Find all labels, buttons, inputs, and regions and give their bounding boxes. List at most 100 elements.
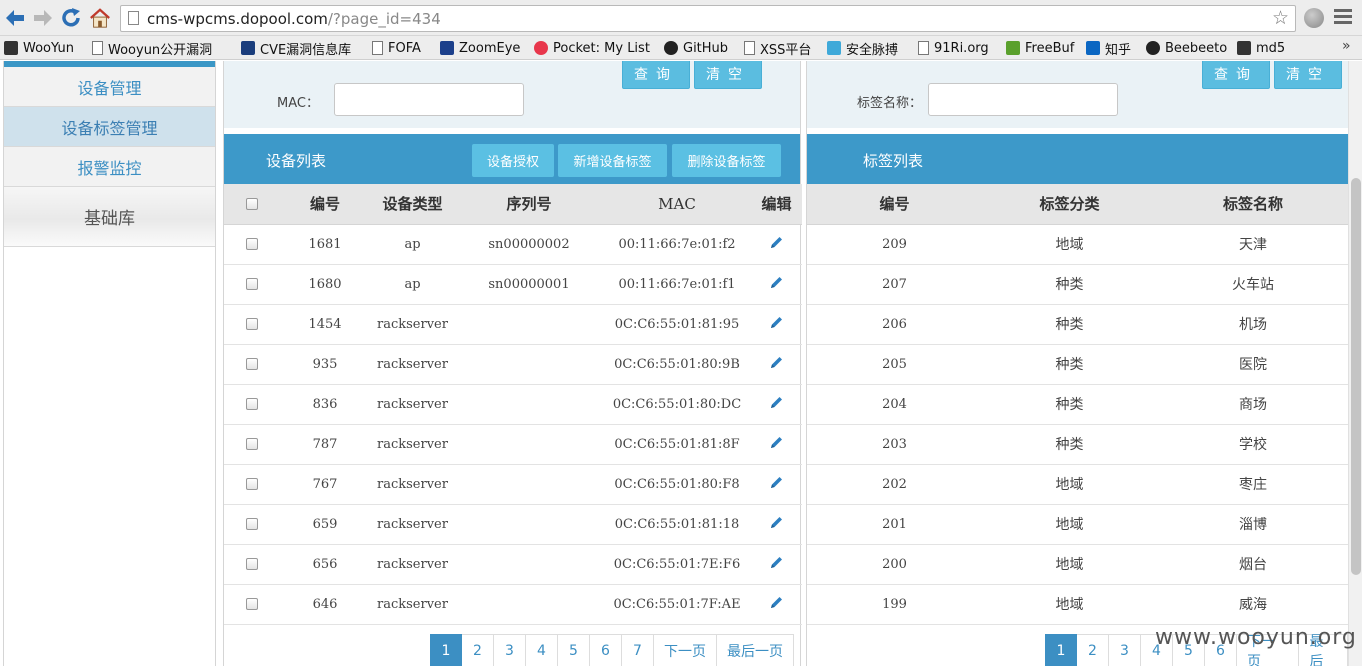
- device-row[interactable]: 787 rackserver 0C:C6:55:01:81:8F: [224, 424, 802, 465]
- tag-row[interactable]: 209 地域 天津: [807, 224, 1349, 265]
- device-pagination: 1 2 3 4 5 6 7 下一页 最后一页: [430, 634, 794, 666]
- device-row[interactable]: 935 rackserver 0C:C6:55:01:80:9B: [224, 344, 802, 385]
- edit-pencil-icon[interactable]: [769, 515, 784, 534]
- tag-row[interactable]: 205 种类 医院: [807, 344, 1349, 385]
- bookmark-cve[interactable]: CVE漏洞信息库: [241, 39, 351, 58]
- address-bar[interactable]: cms-wpcms.dopool.com/?page_id=434 ☆: [120, 5, 1296, 32]
- bookmark-github[interactable]: GitHub: [664, 39, 728, 57]
- page-4-button[interactable]: 4: [526, 634, 558, 666]
- device-row[interactable]: 1680 ap sn00000001 00:11:66:7e:01:f1: [224, 264, 802, 305]
- page-3-button[interactable]: 3: [494, 634, 526, 666]
- bookmark-wooyun[interactable]: WooYun: [4, 39, 74, 57]
- row-checkbox[interactable]: [246, 358, 258, 370]
- row-checkbox[interactable]: [246, 398, 258, 410]
- bookmark-xss[interactable]: XSS平台: [744, 39, 811, 58]
- back-arrow-icon[interactable]: [4, 7, 26, 29]
- device-row[interactable]: 1681 ap sn00000002 00:11:66:7e:01:f2: [224, 224, 802, 265]
- row-checkbox[interactable]: [246, 438, 258, 450]
- column-header-tag-id[interactable]: 编号: [807, 184, 982, 225]
- page-1-button[interactable]: 1: [1045, 634, 1077, 666]
- forward-arrow-icon[interactable]: [32, 7, 54, 29]
- next-page-button[interactable]: 下一页: [654, 634, 717, 666]
- reload-icon[interactable]: [60, 7, 82, 29]
- column-header-id[interactable]: 编号: [280, 184, 370, 225]
- column-header-serial[interactable]: 序列号: [455, 184, 603, 225]
- mac-input[interactable]: [334, 83, 524, 116]
- device-authorize-button[interactable]: 设备授权: [472, 144, 554, 177]
- device-id: 1681: [280, 224, 370, 265]
- column-header-tag-category[interactable]: 标签分类: [982, 184, 1157, 225]
- delete-device-tag-button[interactable]: 删除设备标签: [672, 144, 781, 177]
- edit-pencil-icon[interactable]: [769, 275, 784, 294]
- edit-pencil-icon[interactable]: [769, 395, 784, 414]
- device-row[interactable]: 1454 rackserver 0C:C6:55:01:81:95: [224, 304, 802, 345]
- bookmark-zoomeye[interactable]: ZoomEye: [440, 39, 520, 57]
- bookmark-beebeeto[interactable]: Beebeeto: [1146, 39, 1227, 57]
- sidebar-item-device-management[interactable]: 设备管理: [4, 67, 215, 107]
- device-row[interactable]: 656 rackserver 0C:C6:55:01:7E:F6: [224, 544, 802, 585]
- tag-query-button[interactable]: 查询: [1202, 61, 1270, 89]
- tag-row[interactable]: 199 地域 威海: [807, 584, 1349, 625]
- bookmark-star-icon[interactable]: ☆: [1272, 8, 1289, 28]
- tag-row[interactable]: 202 地域 枣庄: [807, 464, 1349, 505]
- page-2-button[interactable]: 2: [462, 634, 494, 666]
- tag-row[interactable]: 207 种类 火车站: [807, 264, 1349, 305]
- device-row[interactable]: 767 rackserver 0C:C6:55:01:80:F8: [224, 464, 802, 505]
- row-checkbox[interactable]: [246, 278, 258, 290]
- tag-clear-button[interactable]: 清空: [1274, 61, 1342, 89]
- device-clear-button[interactable]: 清空: [694, 61, 762, 89]
- bookmark-wooyun[interactable]: Wooyun公开漏洞: [92, 39, 212, 58]
- bookmark-pocket-my-list[interactable]: Pocket: My List: [534, 39, 650, 57]
- edit-pencil-icon[interactable]: [769, 555, 784, 574]
- column-header-device-type[interactable]: 设备类型: [370, 184, 455, 225]
- select-all-checkbox[interactable]: [246, 198, 258, 211]
- row-checkbox[interactable]: [246, 598, 258, 610]
- tag-row[interactable]: 204 种类 商场: [807, 384, 1349, 425]
- device-row[interactable]: 836 rackserver 0C:C6:55:01:80:DC: [224, 384, 802, 425]
- tag-name-input[interactable]: [928, 83, 1118, 116]
- tag-row[interactable]: 201 地域 淄博: [807, 504, 1349, 545]
- bookmark-fofa[interactable]: FOFA: [372, 39, 421, 57]
- last-page-button[interactable]: 最后一页: [717, 634, 794, 666]
- bookmark-md5[interactable]: md5: [1237, 39, 1285, 57]
- globe-icon[interactable]: [1304, 8, 1324, 28]
- row-checkbox[interactable]: [246, 318, 258, 330]
- menu-icon[interactable]: [1334, 9, 1352, 25]
- more-bookmarks-chevron-icon[interactable]: »: [1342, 38, 1351, 54]
- row-checkbox[interactable]: [246, 518, 258, 530]
- edit-pencil-icon[interactable]: [769, 475, 784, 494]
- page-5-button[interactable]: 5: [558, 634, 590, 666]
- edit-pencil-icon[interactable]: [769, 355, 784, 374]
- bookmark-91ri-org[interactable]: 91Ri.org: [918, 39, 989, 57]
- edit-pencil-icon[interactable]: [769, 595, 784, 614]
- page-7-button[interactable]: 7: [622, 634, 654, 666]
- column-header-tag-name[interactable]: 标签名称: [1157, 184, 1349, 225]
- sidebar-section-base-library[interactable]: 基础库: [4, 187, 215, 247]
- page-3-button[interactable]: 3: [1109, 634, 1141, 666]
- device-row[interactable]: 659 rackserver 0C:C6:55:01:81:18: [224, 504, 802, 545]
- sidebar-item-alarm-monitoring[interactable]: 报警监控: [4, 147, 215, 187]
- edit-pencil-icon[interactable]: [769, 235, 784, 254]
- column-header-mac[interactable]: MAC: [603, 184, 751, 225]
- tag-row[interactable]: 203 种类 学校: [807, 424, 1349, 465]
- home-icon[interactable]: [89, 7, 111, 29]
- tag-row[interactable]: 200 地域 烟台: [807, 544, 1349, 585]
- tag-row[interactable]: 206 种类 机场: [807, 304, 1349, 345]
- sidebar-item-device-tag-management[interactable]: 设备标签管理: [4, 107, 215, 147]
- scrollbar-thumb[interactable]: [1351, 178, 1361, 575]
- add-device-tag-button[interactable]: 新增设备标签: [558, 144, 667, 177]
- bookmark-freebuf[interactable]: FreeBuf: [1006, 39, 1074, 57]
- row-checkbox[interactable]: [246, 478, 258, 490]
- device-query-button[interactable]: 查询: [622, 61, 690, 89]
- page-2-button[interactable]: 2: [1077, 634, 1109, 666]
- row-checkbox[interactable]: [246, 558, 258, 570]
- edit-pencil-icon[interactable]: [769, 315, 784, 334]
- device-row[interactable]: 646 rackserver 0C:C6:55:01:7F:AE: [224, 584, 802, 625]
- bookmark-8[interactable]: 安全脉搏: [827, 39, 898, 58]
- edit-pencil-icon[interactable]: [769, 435, 784, 454]
- row-checkbox[interactable]: [246, 238, 258, 250]
- bookmark-11[interactable]: 知乎: [1086, 39, 1131, 58]
- page-6-button[interactable]: 6: [590, 634, 622, 666]
- page-scrollbar[interactable]: [1348, 61, 1362, 666]
- page-1-button[interactable]: 1: [430, 634, 462, 666]
